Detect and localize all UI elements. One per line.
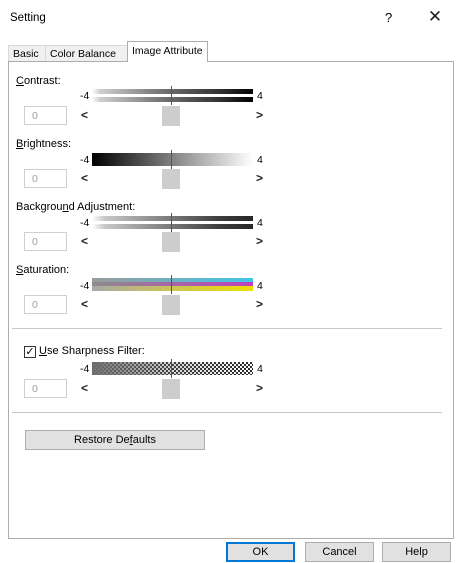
title-bar: Setting ? ✕: [0, 0, 461, 36]
saturation-value-field[interactable]: 0: [24, 295, 67, 314]
brightness-value-field[interactable]: 0: [24, 169, 67, 188]
help-button[interactable]: Help: [382, 542, 451, 562]
sharpness-left-arrow-icon[interactable]: <: [81, 381, 88, 395]
background-adjustment-max-label: 4: [257, 217, 263, 229]
cancel-button[interactable]: Cancel: [305, 542, 374, 562]
sharpness-slider-thumb[interactable]: [162, 379, 180, 399]
saturation-label: Saturation:: [16, 264, 70, 276]
help-icon[interactable]: ?: [385, 10, 392, 25]
use-sharpness-filter-label[interactable]: Use Sharpness Filter:: [39, 345, 145, 357]
contrast-label: Contrast:: [16, 75, 61, 87]
sharpness-right-arrow-icon[interactable]: >: [256, 381, 263, 395]
restore-defaults-button[interactable]: Restore Defaults: [25, 430, 205, 450]
brightness-center-tick: [171, 150, 172, 169]
separator: [12, 412, 442, 413]
contrast-left-arrow-icon[interactable]: <: [81, 108, 88, 122]
background-adjustment-left-arrow-icon[interactable]: <: [81, 234, 88, 248]
contrast-value-field[interactable]: 0: [24, 106, 67, 125]
sharpness-value-field[interactable]: 0: [24, 379, 67, 398]
tab-image-attribute[interactable]: Image Attribute: [127, 41, 208, 62]
brightness-gradient-bar: [92, 153, 253, 166]
sharpness-center-tick: [171, 359, 172, 378]
close-icon[interactable]: ✕: [424, 6, 446, 28]
background-adjustment-right-arrow-icon[interactable]: >: [256, 234, 263, 248]
saturation-gradient-bar: [92, 278, 253, 291]
ok-button[interactable]: OK: [226, 542, 295, 562]
contrast-center-tick: [171, 86, 172, 105]
sharpness-gradient-bar: [92, 362, 253, 375]
contrast-gradient-bar: [92, 89, 253, 102]
contrast-max-label: 4: [257, 90, 263, 102]
image-attribute-panel: [8, 61, 454, 539]
background-adjustment-slider-thumb[interactable]: [162, 232, 180, 252]
brightness-left-arrow-icon[interactable]: <: [81, 171, 88, 185]
separator: [12, 328, 442, 329]
use-sharpness-filter-checkbox[interactable]: ✓: [24, 346, 36, 358]
brightness-min-label: -4: [80, 154, 90, 166]
background-adjustment-gradient-stripe: [92, 221, 253, 224]
background-adjustment-center-tick: [171, 213, 172, 232]
contrast-slider-thumb[interactable]: [162, 106, 180, 126]
brightness-right-arrow-icon[interactable]: >: [256, 171, 263, 185]
saturation-center-tick: [171, 275, 172, 294]
background-adjustment-label: Background Adjustment:: [16, 201, 136, 213]
contrast-gradient-stripe: [92, 94, 253, 97]
brightness-slider-thumb[interactable]: [162, 169, 180, 189]
sharpness-max-label: 4: [257, 363, 263, 375]
contrast-right-arrow-icon[interactable]: >: [256, 108, 263, 122]
saturation-slider-thumb[interactable]: [162, 295, 180, 315]
background-adjustment-gradient-bar: [92, 216, 253, 229]
saturation-max-label: 4: [257, 280, 263, 292]
brightness-label: Brightness:: [16, 138, 72, 150]
sharpness-min-label: -4: [80, 363, 90, 375]
saturation-right-arrow-icon[interactable]: >: [256, 297, 263, 311]
window-title: Setting: [10, 12, 46, 24]
saturation-yellow-band: [92, 286, 253, 291]
tab-basic[interactable]: Basic: [8, 45, 46, 62]
saturation-left-arrow-icon[interactable]: <: [81, 297, 88, 311]
tab-color-balance[interactable]: Color Balance: [45, 45, 129, 62]
brightness-max-label: 4: [257, 154, 263, 166]
background-adjustment-min-label: -4: [80, 217, 90, 229]
background-adjustment-value-field[interactable]: 0: [24, 232, 67, 251]
saturation-min-label: -4: [80, 280, 90, 292]
contrast-min-label: -4: [80, 90, 90, 102]
